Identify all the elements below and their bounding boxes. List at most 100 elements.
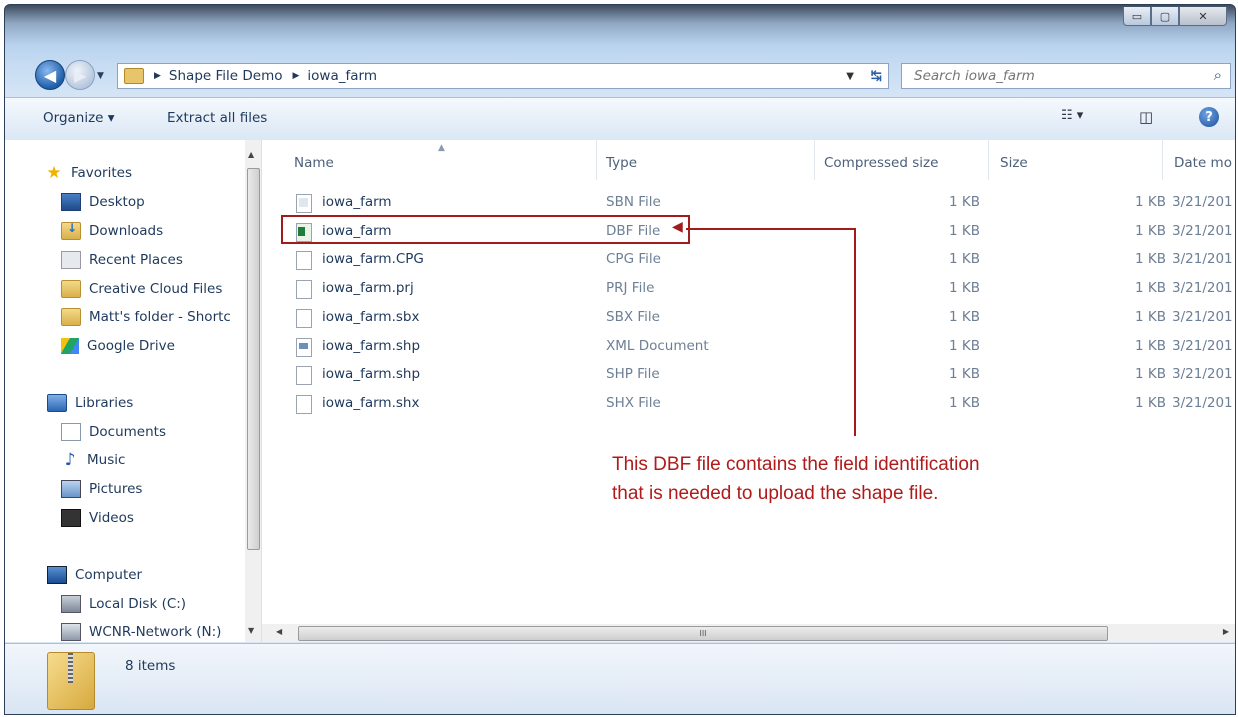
folder-icon: [61, 280, 81, 298]
horizontal-scrollbar[interactable]: ◀ III ▶: [262, 624, 1235, 642]
file-date: 3/21/201: [1172, 194, 1233, 210]
recent-pages-dropdown-icon[interactable]: ▼: [97, 71, 104, 81]
help-icon[interactable]: ?: [1199, 107, 1219, 127]
scroll-thumb[interactable]: III: [298, 626, 1108, 641]
search-icon[interactable]: ⌕: [1214, 66, 1222, 84]
search-box[interactable]: ⌕: [901, 63, 1231, 89]
folder-shortcut-icon: [61, 308, 81, 326]
nav-favorites[interactable]: ★ Favorites: [45, 160, 132, 186]
pictures-icon: [61, 480, 81, 498]
scroll-down-icon[interactable]: ▼: [248, 626, 254, 635]
file-compressed-size: 1 KB: [949, 251, 980, 267]
column-header-date-modified[interactable]: Date mo: [1174, 140, 1232, 186]
nav-label: Computer: [75, 567, 143, 583]
nav-matts-folder[interactable]: Matt's folder - Shortc: [61, 304, 243, 330]
column-header-name[interactable]: Name: [294, 140, 334, 186]
file-type: SHP File: [606, 366, 660, 382]
nav-libraries[interactable]: Libraries: [47, 390, 133, 416]
close-button[interactable]: ✕: [1179, 7, 1227, 26]
item-count: 8 items: [125, 658, 176, 674]
refresh-icon[interactable]: ↹: [871, 68, 882, 84]
file-row[interactable]: iowa_farm.prj PRJ File 1 KB 1 KB 3/21/20…: [262, 275, 1235, 303]
dbf-highlight-box: [281, 215, 690, 244]
scroll-right-icon[interactable]: ▶: [1223, 627, 1229, 636]
column-divider[interactable]: [1162, 140, 1163, 180]
maximize-button[interactable]: ▢: [1151, 7, 1179, 26]
nav-label: Matt's folder - Shortc: [89, 309, 231, 325]
documents-icon: [61, 423, 81, 441]
scroll-up-icon[interactable]: ▲: [248, 150, 254, 159]
nav-recent-places[interactable]: Recent Places: [61, 247, 183, 273]
file-size: 1 KB: [1135, 194, 1166, 210]
details-pane: 8 items: [5, 643, 1235, 714]
blank-file-icon: [296, 366, 312, 385]
annotation-line-2: that is needed to upload the shape file.: [612, 483, 939, 504]
blank-file-icon: [296, 251, 312, 270]
minimize-button[interactable]: ▭: [1123, 7, 1151, 26]
file-type: PRJ File: [606, 280, 655, 296]
nav-label: Videos: [89, 510, 134, 526]
nav-pictures[interactable]: Pictures: [61, 476, 142, 502]
search-input[interactable]: [912, 67, 1186, 85]
file-row[interactable]: iowa_farm.shx SHX File 1 KB 1 KB 3/21/20…: [262, 390, 1235, 418]
videos-icon: [61, 509, 81, 527]
file-size: 1 KB: [1135, 223, 1166, 239]
annotation-line-1: This DBF file contains the field identif…: [612, 454, 980, 475]
nav-label: Desktop: [89, 194, 145, 210]
column-divider[interactable]: [814, 140, 815, 180]
file-row[interactable]: iowa_farm.shp XML Document 1 KB 1 KB 3/2…: [262, 333, 1235, 361]
file-name: iowa_farm.shx: [322, 395, 420, 411]
address-bar[interactable]: ▶ Shape File Demo ▶ iowa_farm ▼ ↹: [117, 63, 889, 89]
nav-downloads[interactable]: Downloads: [61, 218, 163, 244]
file-row[interactable]: iowa_farm.shp SHP File 1 KB 1 KB 3/21/20…: [262, 361, 1235, 389]
organize-button[interactable]: Organize ▾: [43, 110, 115, 126]
annotation-callout: This DBF file contains the field identif…: [612, 450, 980, 508]
file-compressed-size: 1 KB: [949, 194, 980, 210]
column-header-type[interactable]: Type: [606, 140, 637, 186]
extract-all-files-button[interactable]: Extract all files: [167, 110, 267, 126]
desktop-icon: [61, 193, 81, 211]
scroll-thumb[interactable]: [247, 168, 260, 550]
address-dropdown-icon[interactable]: ▼: [846, 71, 854, 82]
nav-local-disk[interactable]: Local Disk (C:): [61, 591, 186, 617]
nav-music[interactable]: ♪ Music: [61, 447, 126, 473]
column-header-size[interactable]: Size: [1000, 140, 1028, 186]
nav-network-drive[interactable]: WCNR-Network (N:): [61, 619, 221, 645]
column-header-compressed-size[interactable]: Compressed size: [824, 140, 938, 186]
annotation-connector: [854, 228, 856, 436]
nav-vertical-scrollbar[interactable]: ▲ ▼: [245, 140, 261, 642]
file-row[interactable]: iowa_farm.CPG CPG File 1 KB 1 KB 3/21/20…: [262, 246, 1235, 274]
breadcrumb-iowa-farm[interactable]: iowa_farm: [307, 68, 377, 84]
file-date: 3/21/201: [1172, 338, 1233, 354]
nav-label: Creative Cloud Files: [89, 281, 223, 297]
nav-documents[interactable]: Documents: [61, 419, 166, 445]
google-drive-icon: [61, 338, 79, 354]
back-button[interactable]: ◀: [35, 60, 65, 90]
forward-button[interactable]: ▶: [65, 60, 95, 90]
file-type: XML Document: [606, 338, 709, 354]
recent-places-icon: [61, 251, 81, 269]
libraries-icon: [47, 394, 67, 412]
nav-videos[interactable]: Videos: [61, 505, 134, 531]
change-view-icon[interactable]: ☷ ▾: [1061, 108, 1083, 123]
file-name: iowa_farm: [322, 194, 392, 210]
nav-computer[interactable]: Computer: [47, 562, 142, 588]
column-divider[interactable]: [988, 140, 989, 180]
nav-label: Libraries: [75, 395, 134, 411]
file-row[interactable]: iowa_farm.sbx SBX File 1 KB 1 KB 3/21/20…: [262, 304, 1235, 332]
file-compressed-size: 1 KB: [949, 223, 980, 239]
nav-label: Favorites: [71, 165, 132, 181]
nav-google-drive[interactable]: Google Drive: [61, 333, 175, 359]
file-compressed-size: 1 KB: [949, 280, 980, 296]
file-type: SBX File: [606, 309, 660, 325]
file-name: iowa_farm.CPG: [322, 251, 424, 267]
nav-desktop[interactable]: Desktop: [61, 189, 145, 215]
nav-label: Recent Places: [89, 252, 183, 268]
breadcrumb-shape-file-demo[interactable]: Shape File Demo: [169, 68, 283, 84]
scroll-left-icon[interactable]: ◀: [276, 627, 282, 636]
address-row: ◀ ▶ ▼ ▶ Shape File Demo ▶ iowa_farm ▼ ↹ …: [5, 57, 1235, 93]
column-divider[interactable]: [596, 140, 597, 180]
file-row[interactable]: iowa_farm SBN File 1 KB 1 KB 3/21/201: [262, 189, 1235, 217]
preview-pane-icon[interactable]: ◫: [1139, 108, 1153, 126]
nav-creative-cloud[interactable]: Creative Cloud Files: [61, 276, 222, 302]
